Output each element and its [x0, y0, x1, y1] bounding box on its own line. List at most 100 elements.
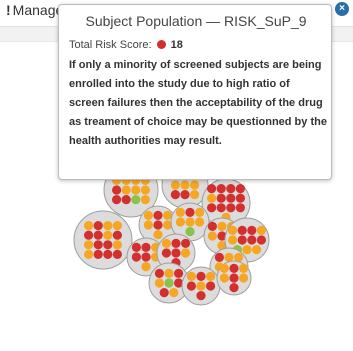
risk-dot[interactable] — [226, 203, 236, 213]
risk-dot[interactable] — [141, 242, 151, 252]
risk-dot[interactable] — [219, 273, 229, 283]
risk-dot[interactable] — [121, 185, 131, 195]
risk-dot[interactable] — [196, 291, 206, 301]
risk-dot[interactable] — [161, 248, 171, 258]
risk-dot[interactable] — [112, 185, 122, 195]
risk-dot[interactable] — [217, 221, 227, 231]
risk-dot[interactable] — [216, 193, 226, 203]
risk-dot[interactable] — [169, 288, 179, 298]
risk-dot[interactable] — [175, 207, 185, 217]
risk-dot[interactable] — [84, 249, 94, 259]
risk-dot[interactable] — [93, 249, 103, 259]
risk-dot[interactable] — [235, 193, 245, 203]
risk-dot[interactable] — [103, 221, 113, 231]
risk-dot[interactable] — [185, 217, 195, 227]
risk-dot[interactable] — [170, 190, 180, 200]
risk-dot[interactable] — [235, 184, 245, 194]
risk-dot[interactable] — [175, 217, 185, 227]
risk-dot[interactable] — [140, 185, 150, 195]
risk-dot[interactable] — [161, 238, 171, 248]
risk-dot[interactable] — [229, 273, 239, 283]
risk-dot[interactable] — [196, 281, 206, 291]
risk-dot[interactable] — [93, 230, 103, 240]
risk-dot[interactable] — [180, 190, 190, 200]
risk-dot[interactable] — [256, 225, 266, 235]
risk-dot[interactable] — [131, 252, 141, 262]
risk-dot[interactable] — [131, 195, 141, 205]
risk-dot[interactable] — [185, 207, 195, 217]
risk-dot[interactable] — [170, 180, 180, 190]
risk-dot[interactable] — [153, 210, 163, 220]
risk-dot[interactable] — [226, 184, 236, 194]
risk-dot[interactable] — [190, 190, 200, 200]
risk-dot[interactable] — [237, 235, 247, 245]
risk-dot[interactable] — [207, 184, 217, 194]
risk-dot[interactable] — [171, 248, 181, 258]
risk-dot[interactable] — [103, 230, 113, 240]
risk-cluster[interactable] — [181, 266, 221, 306]
risk-dot[interactable] — [112, 230, 122, 240]
risk-dot[interactable] — [164, 278, 174, 288]
risk-dot[interactable] — [181, 248, 191, 258]
risk-dot[interactable] — [174, 268, 184, 278]
risk-dot[interactable] — [206, 281, 216, 291]
risk-dot[interactable] — [195, 207, 205, 217]
risk-dot[interactable] — [229, 283, 239, 293]
risk-dot[interactable] — [143, 210, 153, 220]
risk-dot[interactable] — [154, 268, 164, 278]
risk-dot[interactable] — [196, 271, 206, 281]
risk-dot[interactable] — [112, 240, 122, 250]
risk-dot[interactable] — [153, 220, 163, 230]
risk-cluster[interactable] — [73, 210, 133, 270]
risk-dot[interactable] — [239, 273, 249, 283]
risk-dot[interactable] — [207, 193, 217, 203]
risk-cluster[interactable] — [216, 260, 252, 296]
risk-dot[interactable] — [247, 225, 257, 235]
risk-dot[interactable] — [228, 235, 238, 245]
risk-dot[interactable] — [195, 217, 205, 227]
risk-dot[interactable] — [214, 252, 224, 262]
risk-dot[interactable] — [84, 240, 94, 250]
risk-dot[interactable] — [140, 195, 150, 205]
risk-dot[interactable] — [190, 180, 200, 190]
risk-dot[interactable] — [112, 221, 122, 231]
risk-dot[interactable] — [159, 288, 169, 298]
risk-dot[interactable] — [252, 245, 262, 255]
risk-dot[interactable] — [112, 249, 122, 259]
risk-dot[interactable] — [219, 263, 229, 273]
risk-dot[interactable] — [154, 278, 164, 288]
risk-dot[interactable] — [216, 203, 226, 213]
risk-dot[interactable] — [256, 235, 266, 245]
risk-dot[interactable] — [181, 238, 191, 248]
risk-dot[interactable] — [229, 263, 239, 273]
risk-dot[interactable] — [93, 221, 103, 231]
risk-dot[interactable] — [171, 238, 181, 248]
risk-dot[interactable] — [143, 220, 153, 230]
risk-dot[interactable] — [206, 271, 216, 281]
risk-dot[interactable] — [141, 262, 151, 272]
risk-dot[interactable] — [247, 235, 257, 245]
risk-dot[interactable] — [84, 221, 94, 231]
risk-dot[interactable] — [226, 193, 236, 203]
risk-dot[interactable] — [207, 203, 217, 213]
risk-dot[interactable] — [153, 230, 163, 240]
risk-dot[interactable] — [186, 271, 196, 281]
risk-dot[interactable] — [216, 184, 226, 194]
risk-dot[interactable] — [207, 221, 217, 231]
risk-dot[interactable] — [242, 245, 252, 255]
risk-dot[interactable] — [185, 227, 195, 237]
risk-dot[interactable] — [131, 242, 141, 252]
risk-dot[interactable] — [103, 249, 113, 259]
risk-dot[interactable] — [186, 281, 196, 291]
risk-dot[interactable] — [112, 195, 122, 205]
risk-dot[interactable] — [164, 268, 174, 278]
risk-dot[interactable] — [228, 225, 238, 235]
risk-dot[interactable] — [235, 203, 245, 213]
risk-dot[interactable] — [141, 252, 151, 262]
risk-dot[interactable] — [131, 185, 141, 195]
risk-dot[interactable] — [207, 231, 217, 241]
risk-dot[interactable] — [180, 180, 190, 190]
risk-dot[interactable] — [237, 225, 247, 235]
risk-dot[interactable] — [84, 230, 94, 240]
risk-dot[interactable] — [121, 195, 131, 205]
